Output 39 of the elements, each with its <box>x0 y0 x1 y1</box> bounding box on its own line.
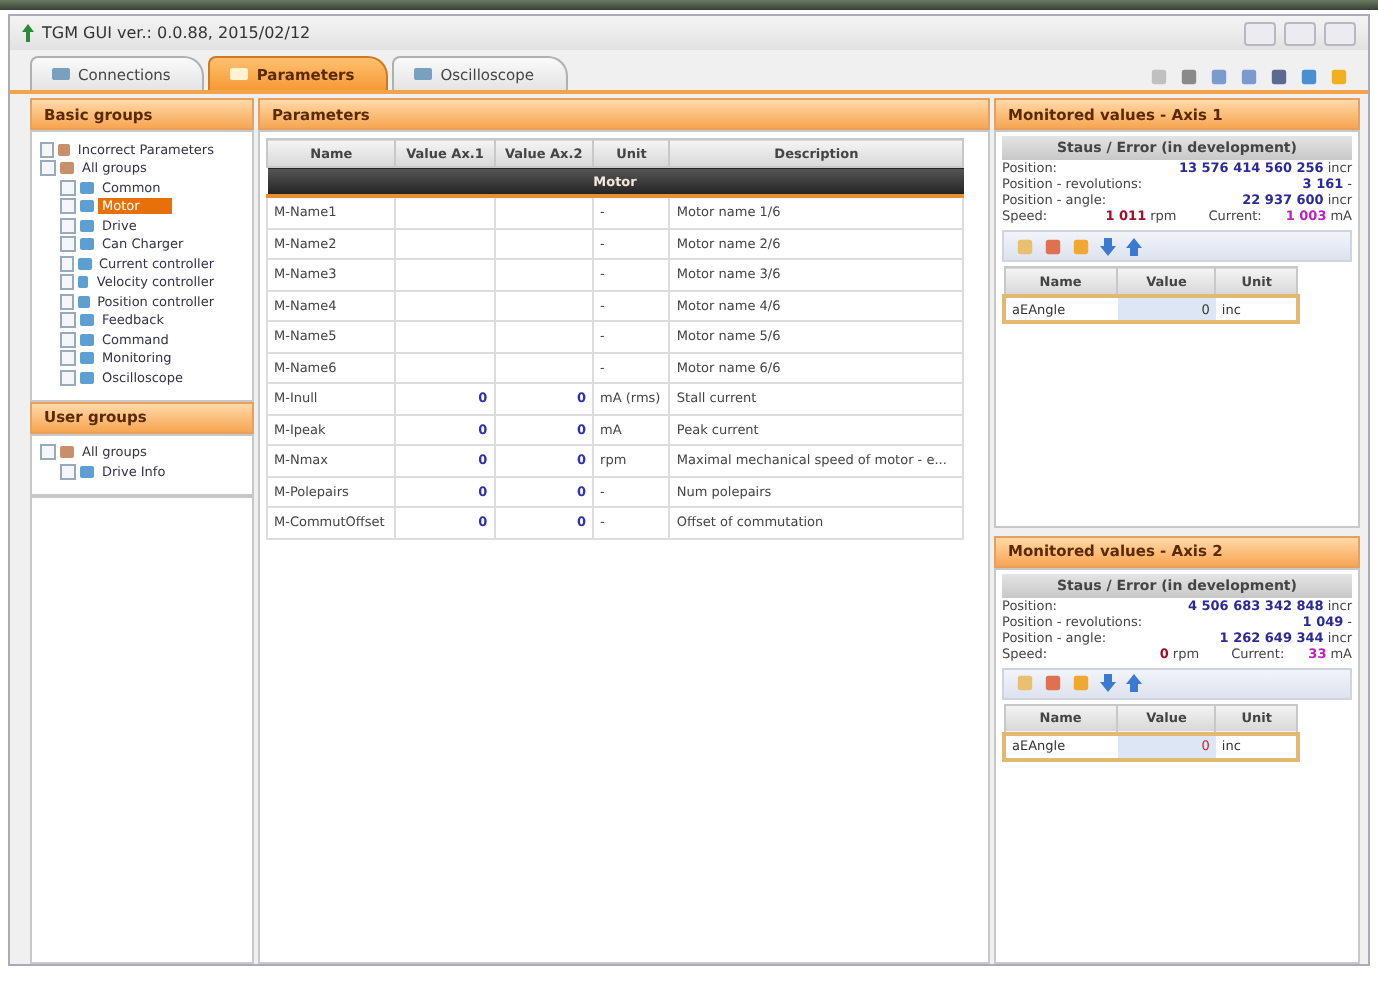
app-icon <box>22 24 34 42</box>
table-cell <box>395 321 495 352</box>
table-cell <box>494 321 594 352</box>
maximize-button[interactable] <box>1284 21 1316 45</box>
arrow-down-icon[interactable] <box>1100 237 1116 255</box>
table-cell <box>494 228 594 259</box>
tree-checkbox[interactable] <box>60 198 76 215</box>
table-cell <box>494 196 594 228</box>
tree-checkbox[interactable] <box>60 331 76 348</box>
table-cell <box>395 196 495 228</box>
tab-icon <box>52 66 70 82</box>
arrow-up-icon[interactable] <box>1126 674 1142 692</box>
tree-checkbox[interactable] <box>40 141 55 158</box>
tab-icon <box>414 66 433 82</box>
tree-checkbox[interactable] <box>60 236 76 253</box>
arrow-up-icon[interactable] <box>1126 237 1142 255</box>
arrow-down-icon[interactable] <box>1100 674 1116 692</box>
close-button[interactable] <box>1324 21 1356 45</box>
table-cell <box>395 228 495 259</box>
tree-checkbox[interactable] <box>60 293 74 310</box>
minimize-button[interactable] <box>1244 21 1276 45</box>
table-cell <box>494 259 594 290</box>
tree-checkbox[interactable] <box>60 369 76 386</box>
tree-checkbox[interactable] <box>60 463 76 480</box>
tree-checkbox[interactable] <box>60 274 74 291</box>
tree-checkbox[interactable] <box>40 444 56 461</box>
tree-checkbox[interactable] <box>60 312 76 329</box>
table-cell <box>395 352 495 383</box>
table-cell <box>494 352 594 383</box>
table-cell <box>494 290 594 321</box>
tree-checkbox[interactable] <box>60 255 75 272</box>
tree-checkbox[interactable] <box>60 217 76 234</box>
window-title: TGM GUI ver.: 0.0.88, 2015/02/12 <box>42 24 313 42</box>
tab-icon <box>230 66 249 82</box>
table-cell <box>395 259 495 290</box>
tree-checkbox[interactable] <box>40 160 56 177</box>
tree-checkbox[interactable] <box>60 179 76 196</box>
tree-checkbox[interactable] <box>60 350 76 367</box>
table-cell <box>395 290 495 321</box>
